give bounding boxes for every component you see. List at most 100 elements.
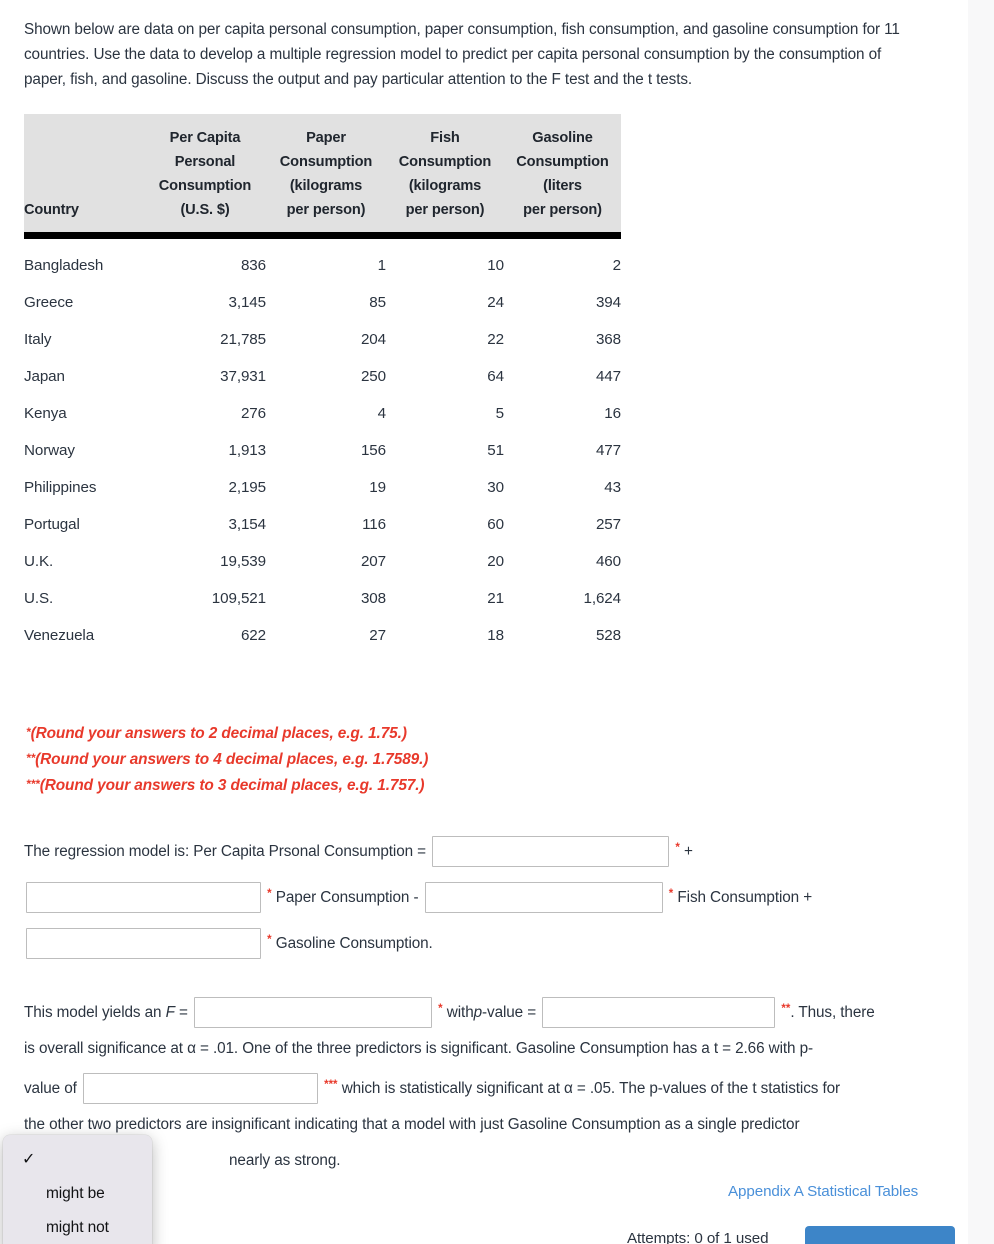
hdr-ga-l4: per person) xyxy=(523,202,602,218)
hdr-pc-l4: (U.S. $) xyxy=(180,202,230,218)
submit-answer-button[interactable] xyxy=(805,1226,955,1244)
hdr-pc-l2: Personal xyxy=(174,154,236,170)
hdr-fi-l4: per person) xyxy=(405,202,485,218)
fish-mark: * xyxy=(668,887,674,900)
cell-country: Japan xyxy=(24,368,65,385)
table-header: Country Per Capita Personal Consumption … xyxy=(24,114,621,239)
question-content: Shown below are data on per capita perso… xyxy=(0,0,968,1177)
col-header-country: Country xyxy=(24,202,79,218)
data-table: Country Per Capita Personal Consumption … xyxy=(24,114,621,652)
intercept-mark: * xyxy=(675,841,680,854)
appendix-a-link[interactable]: Appendix A Statistical Tables xyxy=(728,1183,918,1200)
dropdown-option-might-be[interactable]: might be xyxy=(3,1177,152,1211)
cell-per-capita: 836 xyxy=(240,257,266,274)
cell-per-capita: 21,785 xyxy=(220,331,266,348)
cell-fish: 5 xyxy=(495,405,504,422)
fish-coefficient-input[interactable] xyxy=(424,882,663,914)
cell-fish: 22 xyxy=(487,331,504,348)
cell-fish: 51 xyxy=(487,442,504,459)
intercept-input[interactable] xyxy=(432,836,670,868)
hdr-ga-l1: Gasoline xyxy=(532,130,593,146)
col-header-gasoline: Gasoline Consumption (liters per person) xyxy=(504,126,621,222)
cell-gasoline: 257 xyxy=(595,516,621,533)
cell-paper: 19 xyxy=(369,479,386,496)
cell-per-capita: 276 xyxy=(240,405,266,422)
cell-country: Portugal xyxy=(24,516,80,533)
table-row: U.K. 19,539 207 20 460 xyxy=(24,541,621,578)
cell-paper: 308 xyxy=(360,590,386,607)
attempts-counter: Attempts: 0 of 1 used xyxy=(627,1230,769,1244)
select-popup-menu[interactable]: might be might not xyxy=(3,1135,152,1244)
rounding-note-1: *(Round your answers to 2 decimal places… xyxy=(26,720,946,746)
f-value-mark: * xyxy=(438,1002,443,1015)
t-pvalue-input[interactable] xyxy=(82,1073,318,1105)
plus-sign-1: + xyxy=(683,842,693,860)
analysis-sentence-5-wrap: nearly as strong. xyxy=(24,1145,946,1177)
analysis-lead: This model yields an xyxy=(24,1003,162,1021)
rounding-note-3: ***(Round your answers to 3 decimal plac… xyxy=(26,772,946,798)
p-value-input[interactable] xyxy=(542,997,776,1029)
analysis-sentence-2: is overall significance at α = .01. One … xyxy=(24,1039,814,1057)
cell-per-capita: 3,145 xyxy=(228,294,266,311)
f-value-input[interactable] xyxy=(194,997,432,1029)
model-lead-text: The regression model is: Per Capita Prso… xyxy=(24,842,426,860)
table-row: Norway 1,913 156 51 477 xyxy=(24,430,621,467)
table-row: Bangladesh 836 1 10 2 xyxy=(24,245,621,282)
cell-gasoline: 477 xyxy=(595,442,621,459)
note-text-2: (Round your answers to 4 decimal places,… xyxy=(35,751,429,769)
hdr-ga-l2: Consumption xyxy=(516,154,609,170)
cell-fish: 18 xyxy=(487,627,504,644)
cell-paper: 207 xyxy=(360,553,386,570)
table-body: Bangladesh 836 1 10 2 Greece 3,145 85 24 394 Italy… xyxy=(24,239,621,652)
cell-paper: 4 xyxy=(377,405,386,422)
table-row: Greece 3,145 85 24 394 xyxy=(24,282,621,319)
cell-fish: 20 xyxy=(487,553,504,570)
table-row: Kenya 276 4 5 16 xyxy=(24,393,621,430)
p-symbol-1: p xyxy=(473,1003,483,1021)
f-symbol: F xyxy=(165,1003,175,1021)
page-gutter xyxy=(968,0,994,1244)
cell-fish: 30 xyxy=(487,479,504,496)
cell-country: Kenya xyxy=(24,405,67,422)
gasoline-coefficient-input[interactable] xyxy=(26,928,261,960)
hdr-fi-l2: Consumption xyxy=(398,154,492,170)
rounding-note-2: **(Round your answers to 4 decimal place… xyxy=(26,746,946,772)
with-word: with xyxy=(446,1003,474,1021)
cell-paper: 204 xyxy=(360,331,386,348)
cell-paper: 1 xyxy=(377,257,386,274)
table-row: Venezuela 622 27 18 528 xyxy=(24,615,621,652)
cell-per-capita: 3,154 xyxy=(228,516,266,533)
hdr-ga-l3: (liters xyxy=(543,178,582,194)
cell-country: U.S. xyxy=(24,590,54,607)
cell-country: Italy xyxy=(24,331,52,348)
dropdown-option-might-not[interactable]: might not xyxy=(3,1211,152,1244)
table-row: U.S. 109,521 308 21 1,624 xyxy=(24,578,621,615)
note-star-3: *** xyxy=(26,777,40,792)
cell-country: Greece xyxy=(24,294,74,311)
hdr-pp-l2: Consumption xyxy=(279,154,373,170)
equals-1: = xyxy=(179,1003,188,1021)
paper-coefficient-input[interactable] xyxy=(26,882,261,914)
cell-paper: 250 xyxy=(360,368,386,385)
after-p-text: . Thus, there xyxy=(790,1003,875,1021)
analysis-sentence-5: nearly as strong. xyxy=(229,1151,341,1169)
hdr-fi-l3: (kilograms xyxy=(408,178,482,194)
cell-country: Venezuela xyxy=(24,627,95,644)
gasoline-consumption-label: Gasoline Consumption. xyxy=(275,934,433,952)
hdr-pp-l4: per person) xyxy=(286,202,366,218)
p-value-mark: ** xyxy=(781,1002,791,1015)
dropdown-option-blank[interactable] xyxy=(3,1143,152,1177)
cell-gasoline: 368 xyxy=(595,331,621,348)
gasoline-mark: * xyxy=(267,933,272,946)
col-header-fish: Fish Consumption (kilograms per person) xyxy=(386,126,504,222)
note-text-3: (Round your answers to 3 decimal places,… xyxy=(39,777,425,795)
cell-fish: 24 xyxy=(487,294,504,311)
col-header-paper: Paper Consumption (kilograms per person) xyxy=(266,126,386,222)
pvalue-label: -value = xyxy=(482,1003,537,1021)
cell-gasoline: 528 xyxy=(595,627,621,644)
regression-model-block: The regression model is: Per Capita Prso… xyxy=(24,829,946,963)
cell-fish: 60 xyxy=(487,516,504,533)
note-star-2: ** xyxy=(26,751,36,766)
question-page: Shown below are data on per capita perso… xyxy=(0,0,994,1244)
cell-gasoline: 2 xyxy=(612,257,621,274)
